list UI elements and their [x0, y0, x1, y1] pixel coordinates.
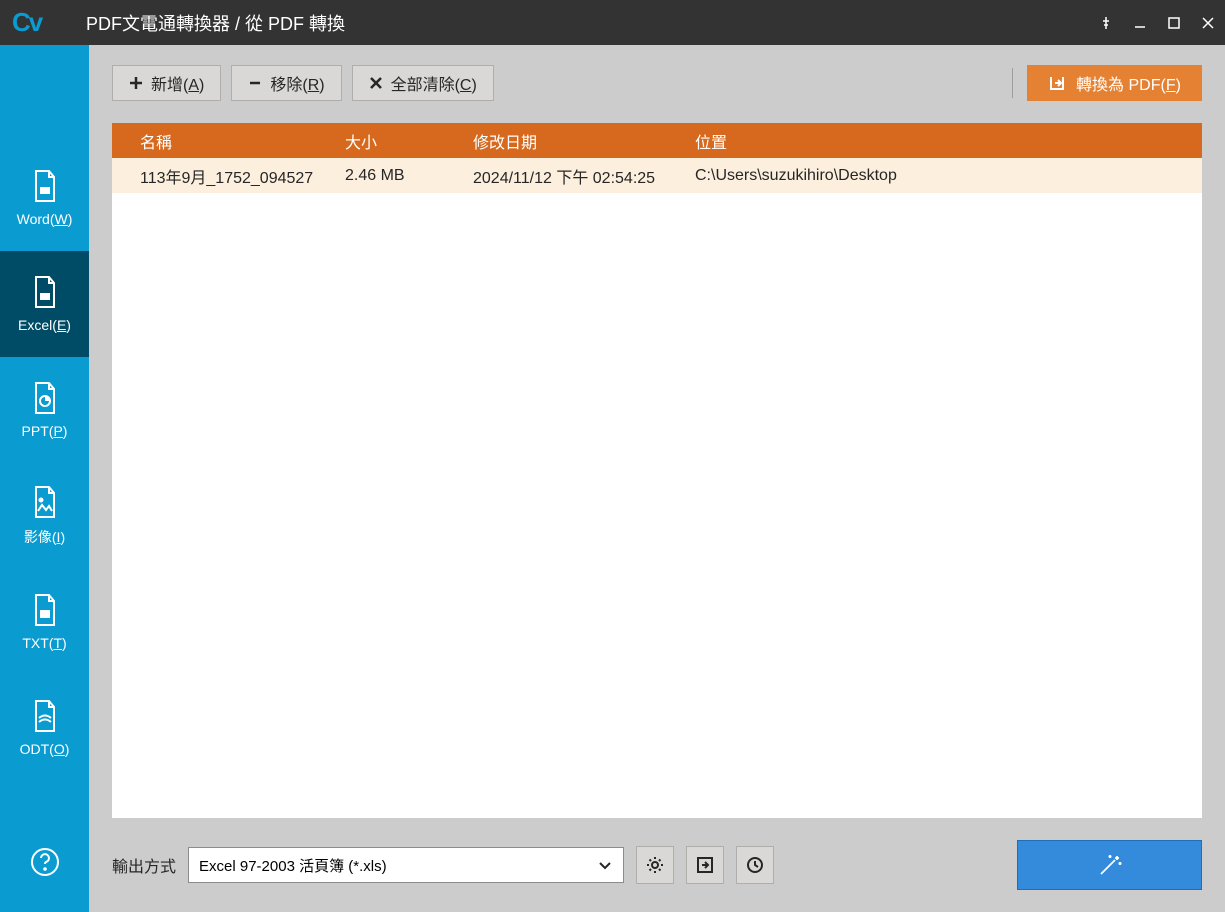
add-button[interactable]: 新增(A) — [112, 65, 221, 101]
table-header: 名稱 大小 修改日期 位置 — [112, 123, 1202, 158]
sidebar-item-label: Excel(E) — [18, 317, 71, 333]
excel-icon: E — [31, 275, 59, 309]
import-icon — [695, 855, 715, 875]
sidebar-item-odt[interactable]: ODT(O) — [0, 675, 89, 781]
output-folder-button[interactable] — [686, 846, 724, 884]
plus-icon — [129, 76, 143, 90]
sidebar-item-label: 影像(I) — [24, 527, 65, 547]
settings-button[interactable] — [636, 846, 674, 884]
sidebar-item-label: PPT(P) — [22, 423, 68, 439]
image-icon — [31, 485, 59, 519]
app-logo: Cv — [12, 0, 82, 45]
output-label: 輸出方式 — [112, 853, 176, 877]
output-format-value: Excel 97-2003 活頁簿 (*.xls) — [199, 855, 387, 876]
convert-to-pdf-button[interactable]: 轉換為 PDF(F) — [1027, 65, 1202, 101]
minus-icon — [248, 76, 262, 90]
txt-icon: T — [31, 593, 59, 627]
sidebar-item-word[interactable]: W Word(W) — [0, 145, 89, 251]
start-conversion-button[interactable] — [1017, 840, 1202, 890]
magic-wand-icon — [1095, 850, 1125, 880]
divider — [1012, 68, 1013, 98]
maximize-button[interactable] — [1157, 0, 1191, 45]
export-icon — [1048, 74, 1066, 92]
ppt-icon — [31, 381, 59, 415]
history-button[interactable] — [736, 846, 774, 884]
col-header-name[interactable]: 名稱 — [112, 129, 337, 153]
sidebar-item-ppt[interactable]: PPT(P) — [0, 357, 89, 463]
sidebar: W Word(W) E Excel(E) PPT(P) 影像(I) T TXT(… — [0, 45, 89, 912]
toolbar: 新增(A) 移除(R) 全部清除(C) 轉換為 PDF(F) — [112, 65, 1202, 101]
close-button[interactable] — [1191, 0, 1225, 45]
chevron-down-icon — [597, 857, 613, 873]
minimize-button[interactable] — [1123, 0, 1157, 45]
pin-button[interactable] — [1089, 0, 1123, 45]
bottom-bar: 輸出方式 Excel 97-2003 活頁簿 (*.xls) — [112, 840, 1202, 890]
cell-location: C:\Users\suzukihiro\Desktop — [687, 167, 1202, 185]
cell-size: 2.46 MB — [337, 167, 465, 185]
file-table: 名稱 大小 修改日期 位置 113年9月_1752_094527 2.46 MB… — [112, 123, 1202, 818]
app-title: PDF文電通轉換器 / 從 PDF 轉換 — [86, 10, 345, 36]
help-button[interactable] — [0, 812, 89, 912]
x-icon — [369, 76, 383, 90]
cell-name: 113年9月_1752_094527 — [112, 164, 337, 188]
titlebar: Cv PDF文電通轉換器 / 從 PDF 轉換 — [0, 0, 1225, 45]
col-header-location[interactable]: 位置 — [687, 129, 1202, 153]
clock-icon — [745, 855, 765, 875]
window-controls — [1089, 0, 1225, 45]
sidebar-item-label: TXT(T) — [22, 635, 66, 651]
sidebar-item-label: Word(W) — [17, 211, 73, 227]
col-header-size[interactable]: 大小 — [337, 129, 465, 153]
sidebar-item-label: ODT(O) — [20, 741, 70, 757]
main-area: 新增(A) 移除(R) 全部清除(C) 轉換為 PDF(F) 名稱 大小 修改日… — [89, 45, 1225, 912]
sidebar-item-excel[interactable]: E Excel(E) — [0, 251, 89, 357]
output-format-select[interactable]: Excel 97-2003 活頁簿 (*.xls) — [188, 847, 624, 883]
remove-button[interactable]: 移除(R) — [231, 65, 341, 101]
clear-all-button[interactable]: 全部清除(C) — [352, 65, 494, 101]
word-icon: W — [31, 169, 59, 203]
sidebar-item-txt[interactable]: T TXT(T) — [0, 569, 89, 675]
help-icon — [30, 847, 60, 877]
sidebar-item-image[interactable]: 影像(I) — [0, 463, 89, 569]
svg-text:E: E — [42, 294, 47, 301]
table-row[interactable]: 113年9月_1752_094527 2.46 MB 2024/11/12 下午… — [112, 158, 1202, 193]
cell-date: 2024/11/12 下午 02:54:25 — [465, 164, 687, 188]
svg-text:T: T — [43, 612, 47, 618]
col-header-date[interactable]: 修改日期 — [465, 129, 687, 153]
odt-icon — [31, 699, 59, 733]
svg-text:W: W — [41, 188, 48, 195]
gear-icon — [645, 855, 665, 875]
